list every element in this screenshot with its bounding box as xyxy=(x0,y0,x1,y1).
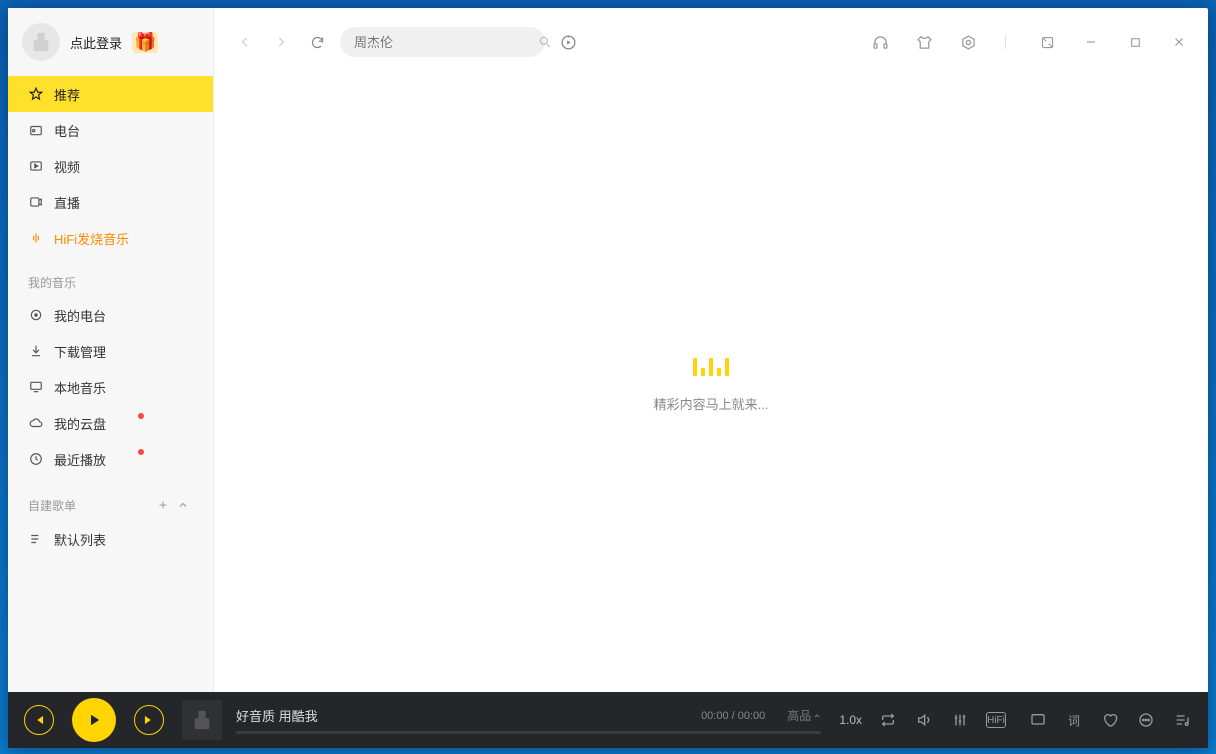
nav-forward-button[interactable] xyxy=(268,29,294,55)
favorite-button[interactable] xyxy=(1100,710,1120,730)
nav-recommend[interactable]: 推荐 xyxy=(8,76,213,112)
track-title: 好音质 用酷我 xyxy=(236,706,318,725)
refresh-button[interactable] xyxy=(304,29,330,55)
my-radio[interactable]: 我的电台 xyxy=(8,297,213,333)
location-icon xyxy=(28,307,44,323)
notification-dot xyxy=(138,449,144,455)
radio-icon xyxy=(28,122,44,138)
playback-speed[interactable]: 1.0x xyxy=(839,713,862,727)
nav-label: 默认列表 xyxy=(54,530,106,549)
live-icon xyxy=(28,194,44,210)
nav-radio[interactable]: 电台 xyxy=(8,112,213,148)
playlist-button[interactable] xyxy=(1172,710,1192,730)
nav-label: 电台 xyxy=(54,121,80,140)
loading-indicator xyxy=(693,356,729,376)
mini-mode-button[interactable] xyxy=(1036,31,1058,53)
album-art[interactable] xyxy=(182,700,222,740)
settings-icon[interactable] xyxy=(957,31,979,53)
close-button[interactable] xyxy=(1168,31,1190,53)
player-bar: 好音质 用酷我 00:00 / 00:00 高品 1.0x HiFi 词 xyxy=(8,692,1208,748)
main-area: 精彩内容马上就来... xyxy=(214,8,1208,692)
collapse-playlists-button[interactable] xyxy=(173,495,193,515)
next-track-button[interactable] xyxy=(134,705,164,735)
more-button[interactable] xyxy=(1136,710,1156,730)
progress-bar[interactable] xyxy=(236,731,821,734)
play-button[interactable] xyxy=(72,698,116,742)
song-recognition-button[interactable] xyxy=(555,29,581,55)
nav-label: 本地音乐 xyxy=(54,378,106,397)
comments-button[interactable] xyxy=(1028,710,1048,730)
search-icon[interactable] xyxy=(538,34,552,50)
hifi-icon xyxy=(28,230,44,246)
maximize-button[interactable] xyxy=(1124,31,1146,53)
monitor-icon xyxy=(28,379,44,395)
my-cloud[interactable]: 我的云盘 xyxy=(8,405,213,441)
my-recent[interactable]: 最近播放 xyxy=(8,441,213,477)
nav-label: 下载管理 xyxy=(54,342,106,361)
nav-video[interactable]: 视频 xyxy=(8,148,213,184)
hifi-badge[interactable]: HiFi xyxy=(986,712,1006,728)
time-display: 00:00 / 00:00 xyxy=(701,710,765,722)
my-downloads[interactable]: 下载管理 xyxy=(8,333,213,369)
nav-label: 推荐 xyxy=(54,85,80,104)
playlist-default[interactable]: 默认列表 xyxy=(8,521,213,557)
search-input[interactable] xyxy=(354,35,530,50)
topbar xyxy=(214,8,1208,76)
my-local[interactable]: 本地音乐 xyxy=(8,369,213,405)
section-playlists: 自建歌单 xyxy=(28,497,76,514)
add-playlist-button[interactable] xyxy=(153,495,173,515)
lyrics-button[interactable]: 词 xyxy=(1064,710,1084,730)
avatar[interactable] xyxy=(22,23,60,61)
gift-icon[interactable]: 🎁 xyxy=(132,32,158,53)
login-link[interactable]: 点此登录 xyxy=(70,33,122,52)
nav-label: 我的云盘 xyxy=(54,414,106,433)
video-icon xyxy=(28,158,44,174)
cloud-icon xyxy=(28,415,44,431)
loading-text: 精彩内容马上就来... xyxy=(654,394,769,413)
volume-button[interactable] xyxy=(914,710,934,730)
quality-selector[interactable]: 高品 xyxy=(787,707,821,724)
notification-dot xyxy=(138,413,144,419)
loop-mode-button[interactable] xyxy=(878,710,898,730)
equalizer-button[interactable] xyxy=(950,710,970,730)
search-box[interactable] xyxy=(340,27,545,57)
sidebar: 点此登录 🎁 推荐 电台 视频 直播 HiFi发烧音乐 xyxy=(8,8,214,692)
content-area: 精彩内容马上就来... xyxy=(214,76,1208,692)
list-icon xyxy=(28,531,44,547)
listen-together-icon[interactable] xyxy=(869,31,891,53)
minimize-button[interactable] xyxy=(1080,31,1102,53)
download-icon xyxy=(28,343,44,359)
nav-label: 直播 xyxy=(54,193,80,212)
nav-label: 我的电台 xyxy=(54,306,106,325)
nav-live[interactable]: 直播 xyxy=(8,184,213,220)
nav-label: HiFi发烧音乐 xyxy=(54,229,129,248)
nav-label: 最近播放 xyxy=(54,450,106,469)
skin-icon[interactable] xyxy=(913,31,935,53)
nav-hifi[interactable]: HiFi发烧音乐 xyxy=(8,220,213,256)
nav-back-button[interactable] xyxy=(232,29,258,55)
nav-label: 视频 xyxy=(54,157,80,176)
star-icon xyxy=(28,86,44,102)
section-my-music: 我的音乐 xyxy=(8,256,213,297)
prev-track-button[interactable] xyxy=(24,705,54,735)
clock-icon xyxy=(28,451,44,467)
